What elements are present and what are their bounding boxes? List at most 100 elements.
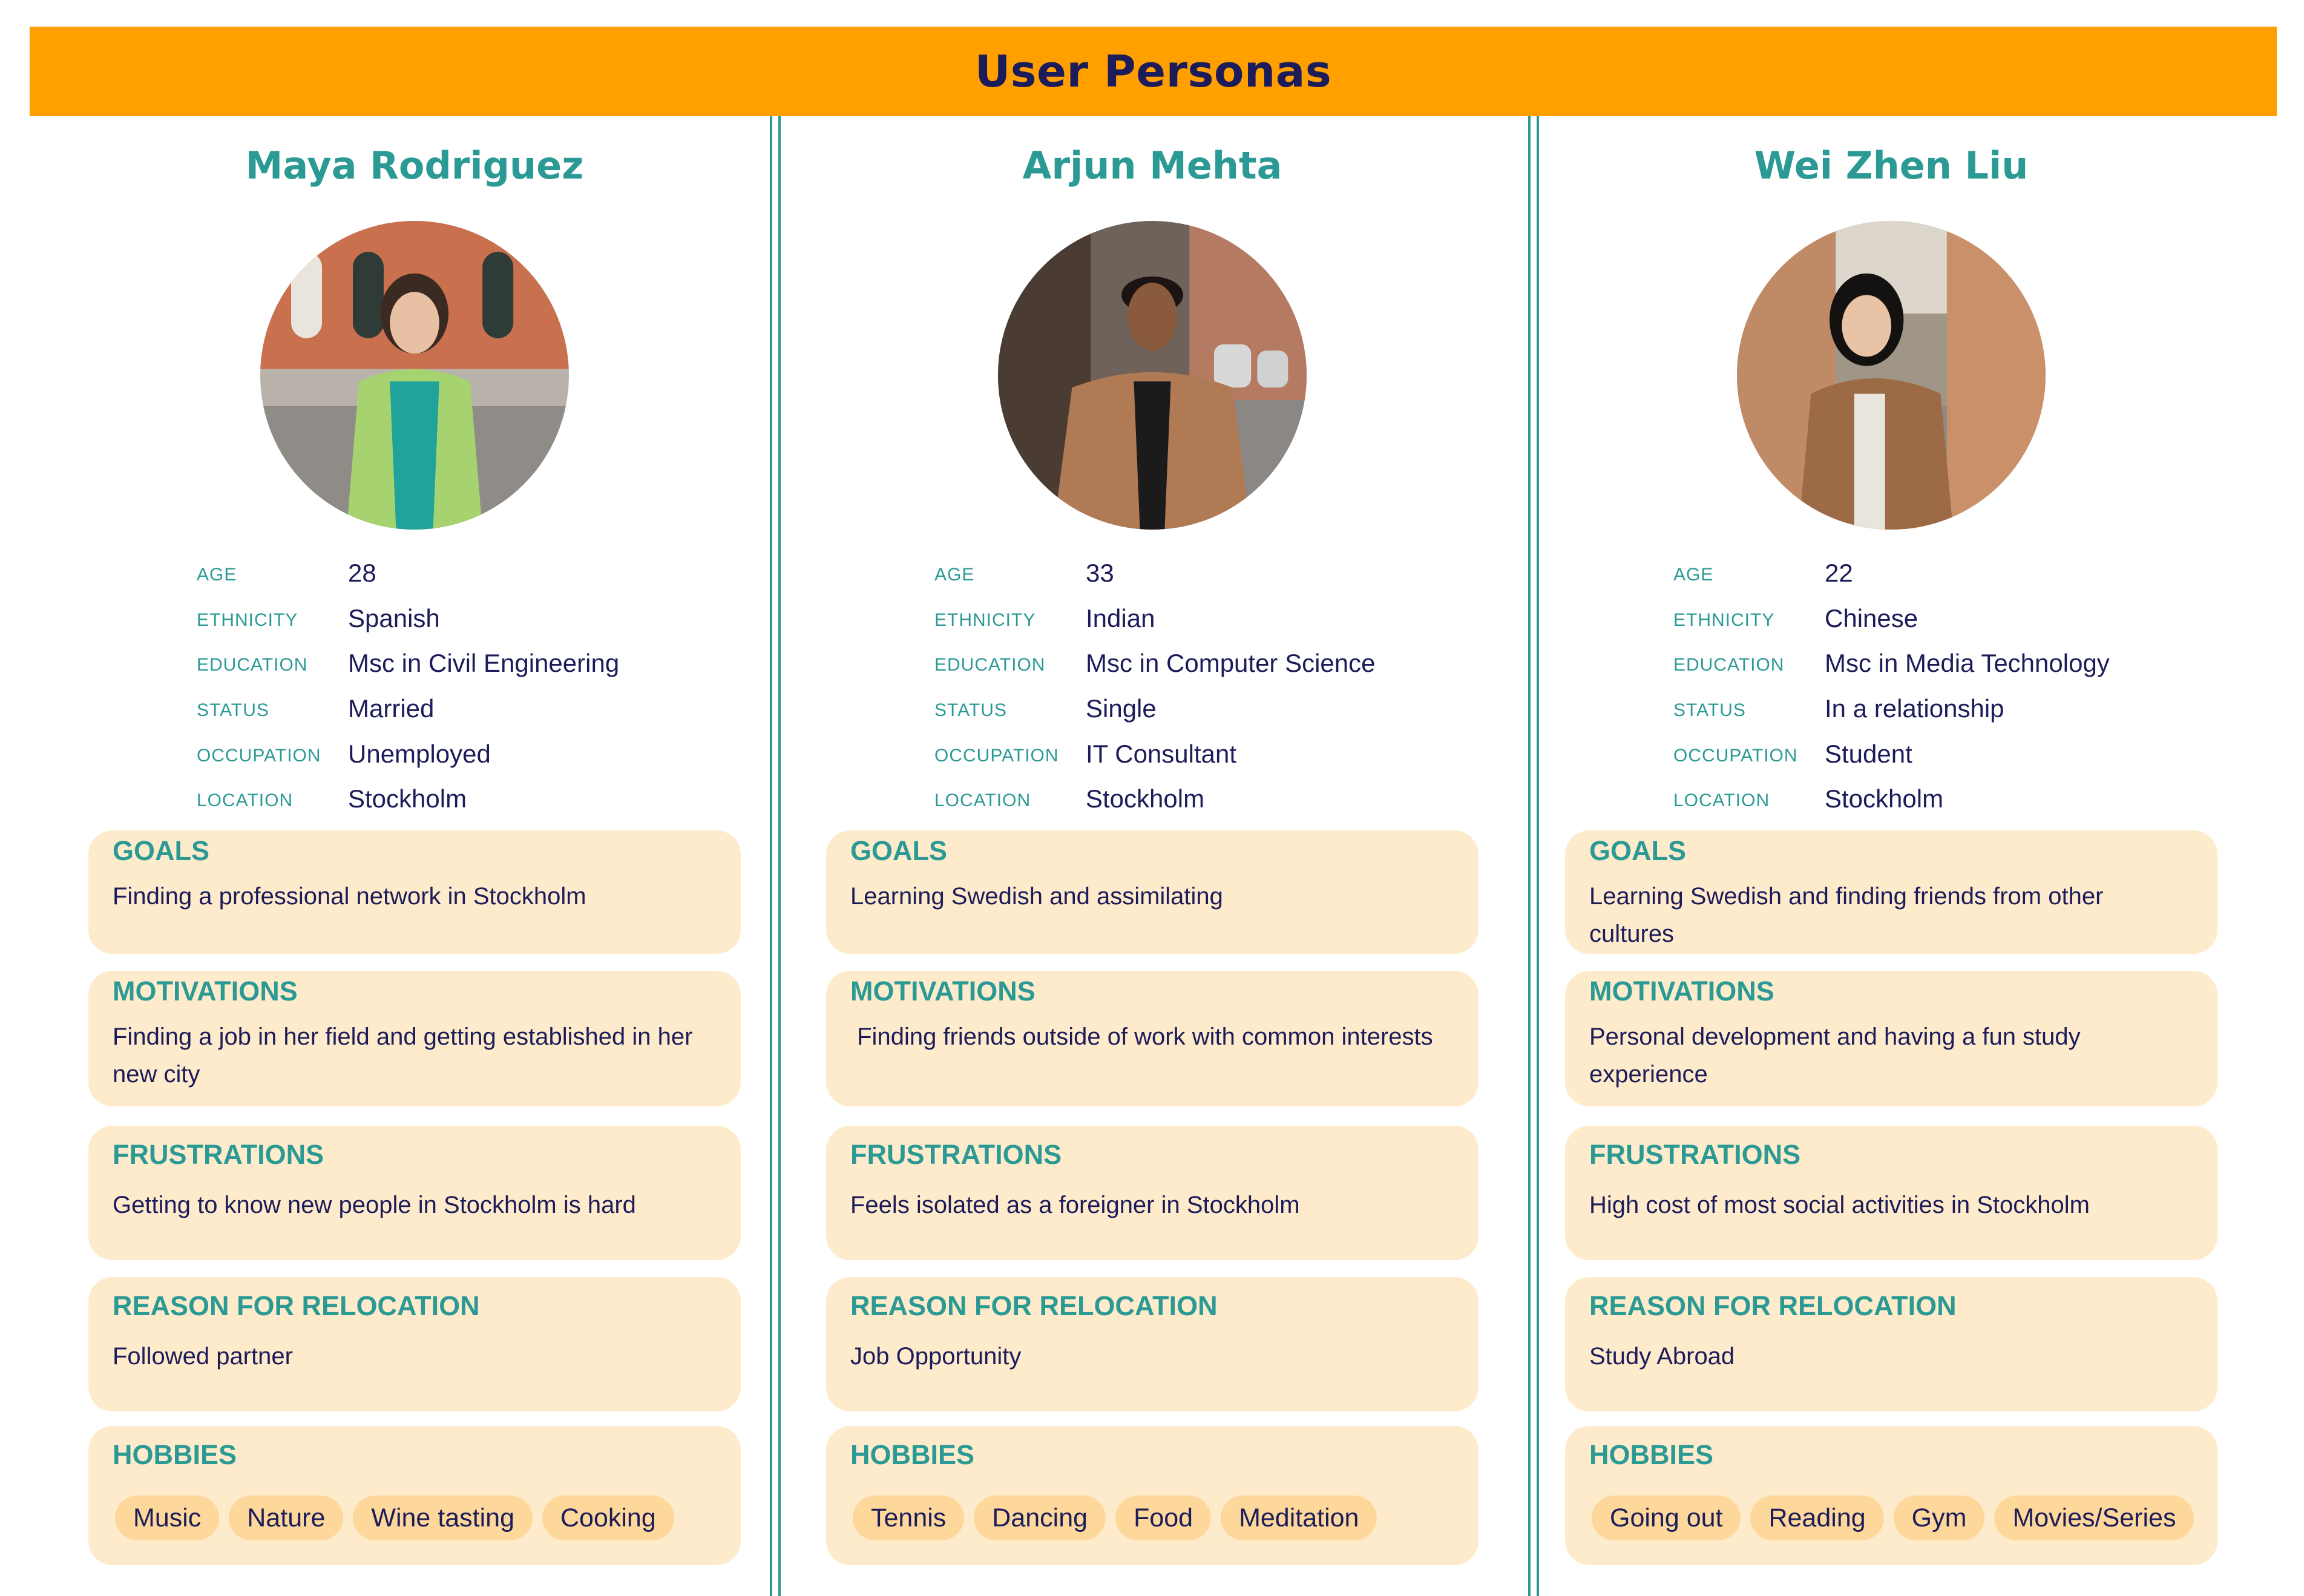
fact-value: Spanish — [348, 603, 440, 632]
persona-column: Maya Rodriguez AGE 28 ETHNICITY Spanish … — [48, 116, 781, 1596]
fact-label: AGE — [197, 565, 237, 585]
card-text: Job Opportunity — [850, 1343, 1022, 1370]
fact-row: ETHNICITY Indian — [934, 596, 1479, 642]
persona-name: Arjun Mehta — [1022, 143, 1282, 188]
fact-row: LOCATION Stockholm — [1673, 777, 2218, 822]
fact-label: EDUCATION — [197, 655, 308, 675]
fact-row: LOCATION Stockholm — [934, 777, 1479, 822]
motivations-card: MOTIVATIONS Personal development and hav… — [1565, 971, 2217, 1106]
card-text: Feels isolated as a foreigner in Stockho… — [850, 1192, 1300, 1218]
card-title: HOBBIES — [850, 1439, 975, 1470]
fact-value: 28 — [348, 559, 376, 588]
card-title: MOTIVATIONS — [113, 976, 298, 1007]
persona-column: Arjun Mehta AGE 33 ETHNICITY Indian EDUC… — [786, 116, 1518, 1596]
fact-label: LOCATION — [1673, 790, 1770, 811]
card-title: HOBBIES — [1589, 1439, 1714, 1470]
card-text: Followed partner — [113, 1343, 293, 1370]
relocation-card: REASON FOR RELOCATION Job Opportunity — [826, 1277, 1479, 1411]
hobby-tag: Meditation — [1221, 1496, 1377, 1540]
fact-row: OCCUPATION Unemployed — [197, 731, 741, 777]
page-title: User Personas — [974, 46, 1332, 97]
card-text: Personal development and having a fun st… — [1589, 1023, 2081, 1088]
hobby-tag: Tennis — [853, 1496, 965, 1540]
fact-label: ETHNICITY — [197, 609, 298, 630]
card-title: GOALS — [1589, 835, 1687, 866]
fact-value: Msc in Media Technology — [1825, 649, 2110, 678]
fact-label: LOCATION — [197, 790, 294, 811]
fact-value: Stockholm — [348, 784, 467, 813]
fact-row: EDUCATION Msc in Computer Science — [934, 641, 1479, 686]
fact-row: AGE 33 — [934, 551, 1479, 596]
hobby-tags: Tennis Dancing Food Meditation — [853, 1496, 1377, 1540]
relocation-card: REASON FOR RELOCATION Followed partner — [88, 1277, 741, 1411]
fact-value: Student — [1825, 739, 1912, 768]
fact-label: AGE — [934, 565, 975, 585]
fact-row: EDUCATION Msc in Civil Engineering — [197, 641, 741, 686]
hobby-tags: Going out Reading Gym Movies/Series — [1592, 1496, 2194, 1540]
hobby-tag: Gym — [1893, 1496, 1985, 1540]
goals-card: GOALS Learning Swedish and finding frien… — [1565, 830, 2217, 954]
goals-card: GOALS Finding a professional network in … — [88, 830, 741, 954]
fact-label: OCCUPATION — [1673, 745, 1798, 766]
card-text: Getting to know new people in Stockholm … — [113, 1192, 636, 1218]
card-text: Finding a professional network in Stockh… — [113, 883, 586, 910]
fact-row: OCCUPATION Student — [1673, 731, 2218, 777]
card-title: REASON FOR RELOCATION — [850, 1290, 1218, 1321]
card-text: Learning Swedish and assimilating — [850, 883, 1223, 910]
fact-row: OCCUPATION IT Consultant — [934, 731, 1479, 777]
card-title: GOALS — [850, 835, 948, 866]
card-title: FRUSTRATIONS — [850, 1139, 1062, 1170]
hobby-tag: Nature — [229, 1496, 344, 1540]
fact-value: Msc in Computer Science — [1086, 649, 1376, 678]
fact-value: Msc in Civil Engineering — [348, 649, 620, 678]
fact-value: In a relationship — [1825, 694, 2004, 723]
frustrations-card: FRUSTRATIONS Getting to know new people … — [88, 1126, 741, 1260]
hobbies-card: HOBBIES Tennis Dancing Food Meditation — [826, 1426, 1479, 1565]
hobby-tag: Food — [1115, 1496, 1212, 1540]
fact-value: 33 — [1086, 559, 1114, 588]
fact-label: STATUS — [1673, 700, 1746, 721]
motivations-card: MOTIVATIONS Finding a job in her field a… — [88, 971, 741, 1106]
fact-label: STATUS — [934, 700, 1007, 721]
fact-label: OCCUPATION — [934, 745, 1059, 766]
persona-name: Maya Rodriguez — [245, 143, 584, 188]
fact-row: AGE 28 — [197, 551, 741, 596]
persona-name: Wei Zhen Liu — [1754, 143, 2029, 188]
card-text: Study Abroad — [1589, 1343, 1735, 1370]
card-text: High cost of most social activities in S… — [1589, 1192, 2090, 1218]
hobby-tag: Dancing — [974, 1496, 1106, 1540]
card-title: REASON FOR RELOCATION — [113, 1290, 480, 1321]
fact-row: ETHNICITY Spanish — [197, 596, 741, 642]
motivations-card: MOTIVATIONS Finding friends outside of w… — [826, 971, 1479, 1106]
persona-photo — [998, 221, 1307, 530]
persona-photo — [1737, 221, 2046, 530]
fact-label: OCCUPATION — [197, 745, 321, 766]
relocation-card: REASON FOR RELOCATION Study Abroad — [1565, 1277, 2217, 1411]
persona-facts: AGE 28 ETHNICITY Spanish EDUCATION Msc i… — [197, 551, 741, 822]
fact-value: Chinese — [1825, 603, 1918, 632]
fact-label: AGE — [1673, 565, 1714, 585]
persona-facts: AGE 33 ETHNICITY Indian EDUCATION Msc in… — [934, 551, 1479, 822]
hobby-tag: Wine tasting — [353, 1496, 533, 1540]
goals-card: GOALS Learning Swedish and assimilating — [826, 830, 1479, 954]
persona-facts: AGE 22 ETHNICITY Chinese EDUCATION Msc i… — [1673, 551, 2218, 822]
fact-value: Indian — [1086, 603, 1155, 632]
card-title: HOBBIES — [113, 1439, 237, 1470]
page-header: User Personas — [30, 27, 2277, 116]
hobby-tag: Going out — [1592, 1496, 1741, 1540]
frustrations-card: FRUSTRATIONS Feels isolated as a foreign… — [826, 1126, 1479, 1260]
card-title: GOALS — [113, 835, 210, 866]
fact-value: 22 — [1825, 559, 1853, 588]
fact-label: EDUCATION — [934, 655, 1046, 675]
fact-row: STATUS In a relationship — [1673, 686, 2218, 732]
fact-row: STATUS Single — [934, 686, 1479, 732]
fact-label: ETHNICITY — [1673, 609, 1775, 630]
card-text: Finding friends outside of work with com… — [850, 1023, 1433, 1050]
fact-row: STATUS Married — [197, 686, 741, 732]
fact-row: AGE 22 — [1673, 551, 2218, 596]
fact-label: STATUS — [197, 700, 269, 721]
fact-row: EDUCATION Msc in Media Technology — [1673, 641, 2218, 686]
fact-label: ETHNICITY — [934, 609, 1036, 630]
card-title: FRUSTRATIONS — [113, 1139, 324, 1170]
hobby-tags: Music Nature Wine tasting Cooking — [115, 1496, 674, 1540]
